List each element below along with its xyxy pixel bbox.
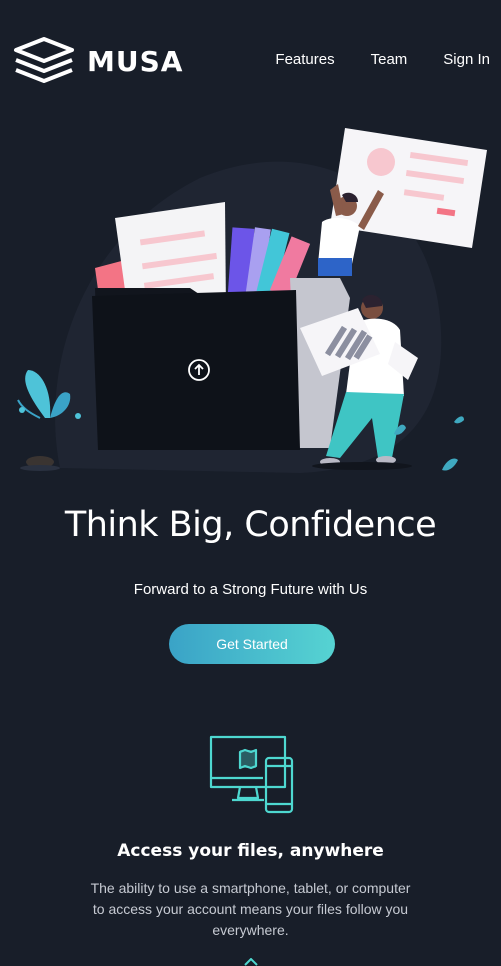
nav-link-team[interactable]: Team bbox=[371, 51, 408, 68]
nav-link-features[interactable]: Features bbox=[275, 51, 334, 68]
site-header: MUSA Features Team Sign In bbox=[0, 0, 501, 120]
feature-description: The ability to use a smartphone, tablet,… bbox=[90, 880, 411, 938]
get-started-button[interactable]: Get Started bbox=[169, 624, 335, 664]
hero-headline: Think Big, Confidence bbox=[64, 505, 437, 545]
main-nav: Features Team Sign In bbox=[275, 51, 490, 68]
hero-subheadline: Forward to a Strong Future with Us bbox=[133, 581, 368, 598]
brand-name: MUSA bbox=[87, 44, 184, 78]
brand-logo[interactable]: MUSA bbox=[13, 36, 183, 86]
chevron-up-icon bbox=[244, 958, 258, 966]
feature-title: Access your files, anywhere bbox=[117, 841, 384, 861]
stacked-layers-icon bbox=[14, 37, 74, 83]
hero-illustration bbox=[0, 118, 501, 488]
nav-link-sign-in[interactable]: Sign In bbox=[443, 51, 490, 68]
monitor-and-phone-icon bbox=[209, 735, 294, 814]
